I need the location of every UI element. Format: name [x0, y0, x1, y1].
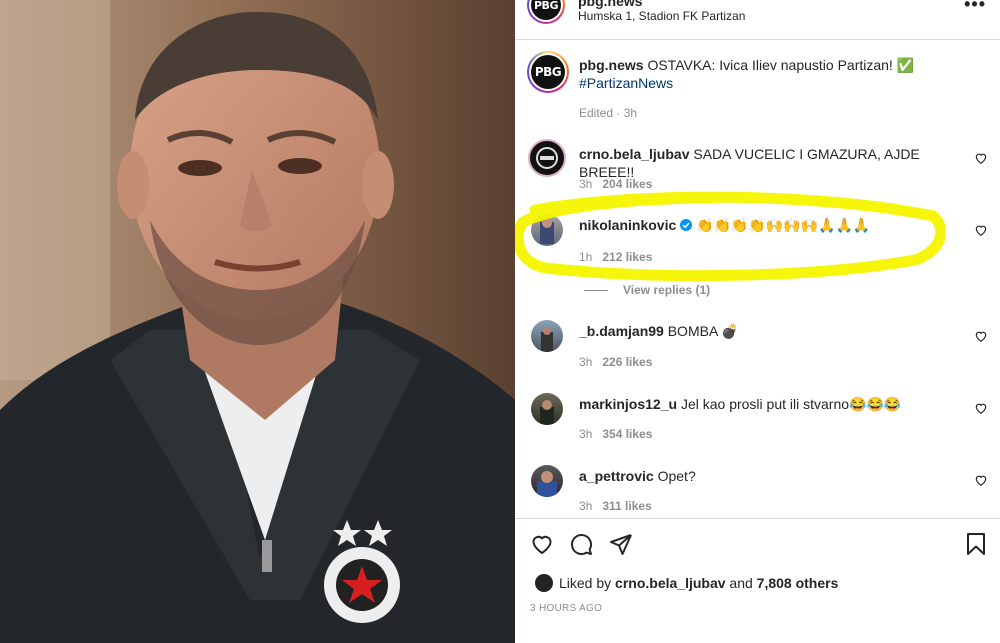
share-icon[interactable]: [609, 532, 633, 556]
comment-icon[interactable]: [569, 532, 593, 556]
comment-avatar[interactable]: [531, 214, 563, 246]
comment-username[interactable]: markinjos12_u: [579, 396, 677, 412]
man-portrait-image: [0, 0, 515, 643]
header-username[interactable]: pbg.news: [578, 0, 643, 9]
liked-by-prefix: Liked by: [559, 575, 616, 591]
comment-time[interactable]: 3h: [579, 177, 592, 191]
more-options-icon[interactable]: •••: [964, 0, 986, 15]
heart-icon[interactable]: [974, 329, 988, 343]
verified-badge-icon: [680, 219, 693, 231]
caption-text: OSTAVKA: Ivica Iliev napustio Partizan! …: [647, 57, 915, 73]
header-location[interactable]: Humska 1, Stadion FK Partizan: [578, 9, 745, 23]
comment-5: a_pettrovic Opet?: [579, 467, 960, 485]
bookmark-icon[interactable]: [965, 532, 987, 556]
liked-by-avatar[interactable]: [535, 574, 553, 592]
heart-icon[interactable]: [974, 151, 988, 165]
comment-username[interactable]: nikolaninkovic: [579, 217, 676, 233]
comment-text: Jel kao prosli put ili stvarno😂😂😂: [680, 396, 902, 412]
person-photo-icon: [540, 400, 554, 425]
avatar-logo-text: PBG: [531, 0, 561, 20]
caption-meta: Edited · 3h: [579, 106, 638, 120]
comment-likes[interactable]: 204 likes: [602, 177, 652, 191]
comment-meta: 1h 212 likes: [579, 250, 652, 264]
comment-text: BOMBA 💣: [667, 323, 739, 339]
comment-meta: 3h 354 likes: [579, 427, 652, 441]
comment-username[interactable]: crno.bela_ljubav: [579, 146, 689, 162]
comment-time[interactable]: 3h: [579, 499, 592, 513]
comment-meta: 3h 226 likes: [579, 355, 652, 369]
caption-hashtag[interactable]: #PartizanNews: [579, 75, 673, 91]
caption-avatar[interactable]: PBG: [527, 51, 569, 93]
comment-likes[interactable]: 226 likes: [602, 355, 652, 369]
divider: [515, 518, 1000, 519]
comment-avatar[interactable]: [528, 139, 566, 177]
person-photo-icon: [537, 471, 557, 497]
comment-likes[interactable]: 311 likes: [602, 499, 651, 513]
comment-likes[interactable]: 212 likes: [602, 250, 652, 264]
comment-4: markinjos12_u Jel kao prosli put ili stv…: [579, 395, 960, 413]
comment-1: crno.bela_ljubav SADA VUCELIC I GMAZURA,…: [579, 145, 960, 181]
divider: [515, 39, 1000, 40]
comment-text: 👏👏👏👏🙌🙌🙌🙏🙏🙏: [696, 217, 871, 233]
crest-icon: [536, 147, 558, 169]
post-panel: PBG pbg.news Humska 1, Stadion FK Partiz…: [515, 0, 1000, 643]
comment-avatar[interactable]: [531, 393, 563, 425]
comment-time[interactable]: 1h: [579, 250, 592, 264]
liked-by-user[interactable]: crno.bela_ljubav: [615, 575, 725, 591]
caption-username[interactable]: pbg.news: [579, 57, 644, 73]
comment-2: nikolaninkovic 👏👏👏👏🙌🙌🙌🙏🙏🙏: [579, 216, 960, 234]
comment-likes[interactable]: 354 likes: [602, 427, 652, 441]
comment-avatar[interactable]: [531, 320, 563, 352]
avatar-logo-text: PBG: [531, 55, 565, 89]
comment-username[interactable]: _b.damjan99: [579, 323, 664, 339]
replies-line: [584, 289, 608, 291]
comment-username[interactable]: a_pettrovic: [579, 468, 654, 484]
post-photo: [0, 0, 515, 643]
comment-3: _b.damjan99 BOMBA 💣: [579, 322, 960, 340]
comment-avatar[interactable]: [531, 465, 563, 497]
heart-icon[interactable]: [974, 473, 988, 487]
heart-icon[interactable]: [974, 401, 988, 415]
liked-by-others[interactable]: 7,808 others: [757, 575, 839, 591]
person-photo-icon: [540, 218, 554, 244]
liked-by: Liked by crno.bela_ljubav and 7,808 othe…: [535, 574, 838, 592]
comment-meta: 3h 311 likes: [579, 499, 652, 513]
view-replies-button[interactable]: View replies (1): [584, 283, 710, 297]
view-replies-label[interactable]: View replies (1): [623, 283, 710, 297]
comment-time[interactable]: 3h: [579, 427, 592, 441]
person-photo-icon: [541, 327, 553, 352]
heart-icon[interactable]: [974, 223, 988, 237]
comment-time[interactable]: 3h: [579, 355, 592, 369]
post-time-ago[interactable]: 3 HOURS AGO: [530, 603, 602, 614]
comment-meta: 3h 204 likes: [579, 177, 652, 191]
like-heart-icon[interactable]: [530, 532, 554, 556]
header-avatar[interactable]: PBG: [527, 0, 565, 24]
comment-text: Opet?: [657, 468, 696, 484]
caption: pbg.news OSTAVKA: Ivica Iliev napustio P…: [579, 56, 960, 92]
liked-by-and: and: [725, 575, 757, 591]
